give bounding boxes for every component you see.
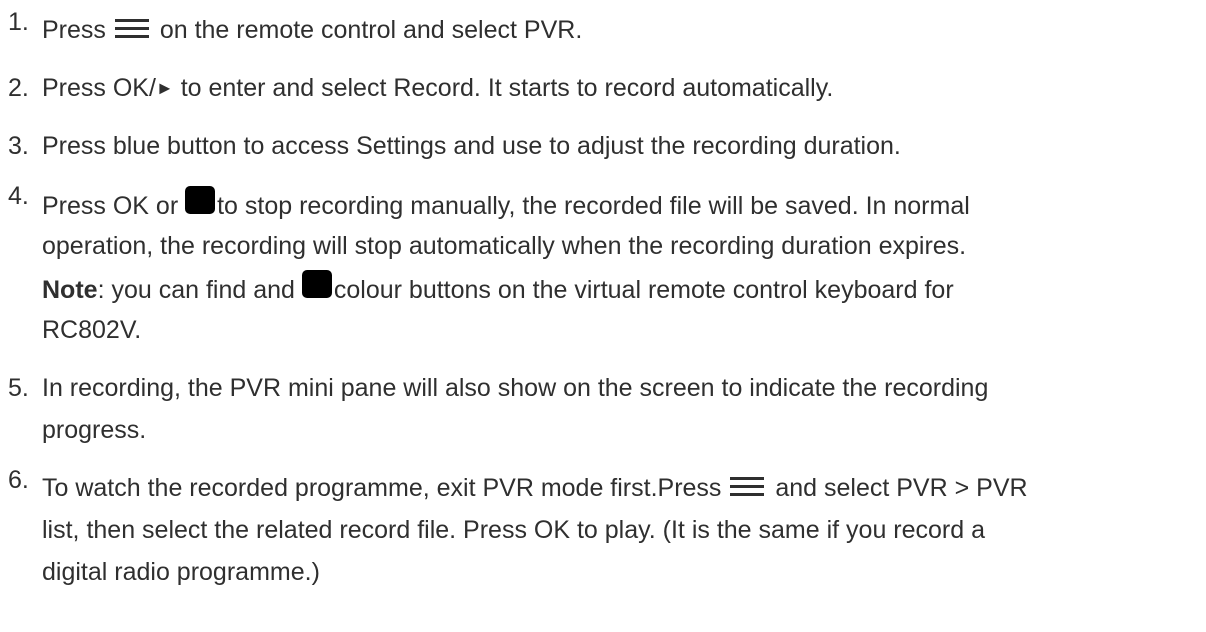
instruction-document: 1. Press on the remote control and selec… bbox=[0, 0, 1206, 632]
step-text: Press OK or bbox=[42, 192, 186, 220]
step-line: list, then select the related record fil… bbox=[42, 516, 986, 544]
step-number: 5. bbox=[8, 374, 29, 402]
step-number: 4. bbox=[8, 182, 29, 210]
step-text: and select PVR > PVR bbox=[775, 474, 1028, 502]
step-line: To watch the recorded programme, exit PV… bbox=[42, 470, 1028, 507]
step-line: Press blue button to access Settings and… bbox=[42, 132, 901, 160]
step-line: Press OK or to stop recording manually, … bbox=[42, 186, 970, 225]
step-line: Press OK/► to enter and select Record. I… bbox=[42, 70, 833, 107]
hamburger-menu-icon bbox=[114, 18, 149, 40]
step-line: progress. bbox=[42, 416, 147, 444]
step-text: Press bbox=[42, 16, 106, 44]
step-text: To watch the recorded programme, exit PV… bbox=[42, 474, 729, 502]
stop-button-icon bbox=[185, 186, 216, 214]
note-line: Note: you can find and colour buttons on… bbox=[42, 270, 954, 309]
step-number: 1. bbox=[8, 8, 29, 36]
play-triangle-icon: ► bbox=[155, 78, 174, 98]
step-number: 2. bbox=[8, 74, 29, 102]
hamburger-menu-icon bbox=[730, 476, 765, 498]
note-label: Note bbox=[42, 276, 98, 304]
step-number: 6. bbox=[8, 466, 29, 494]
step-text: to stop recording manually, the recorded… bbox=[217, 192, 970, 220]
step-line: Press on the remote control and select P… bbox=[42, 12, 582, 49]
step-line: digital radio programme.) bbox=[42, 558, 320, 586]
step-text: on the remote control and select PVR. bbox=[159, 16, 583, 44]
step-number: 3. bbox=[8, 132, 29, 160]
step-line: RC802V. bbox=[42, 316, 142, 344]
step-text: to enter and select Record. It starts to… bbox=[173, 74, 834, 102]
step-text: colour buttons on the virtual remote con… bbox=[333, 276, 954, 304]
step-line: In recording, the PVR mini pane will als… bbox=[42, 374, 989, 402]
step-text: Press OK/ bbox=[42, 74, 156, 102]
step-text: : you can find and bbox=[97, 276, 302, 304]
stop-button-icon bbox=[301, 270, 332, 298]
step-line: operation, the recording will stop autom… bbox=[42, 232, 967, 260]
